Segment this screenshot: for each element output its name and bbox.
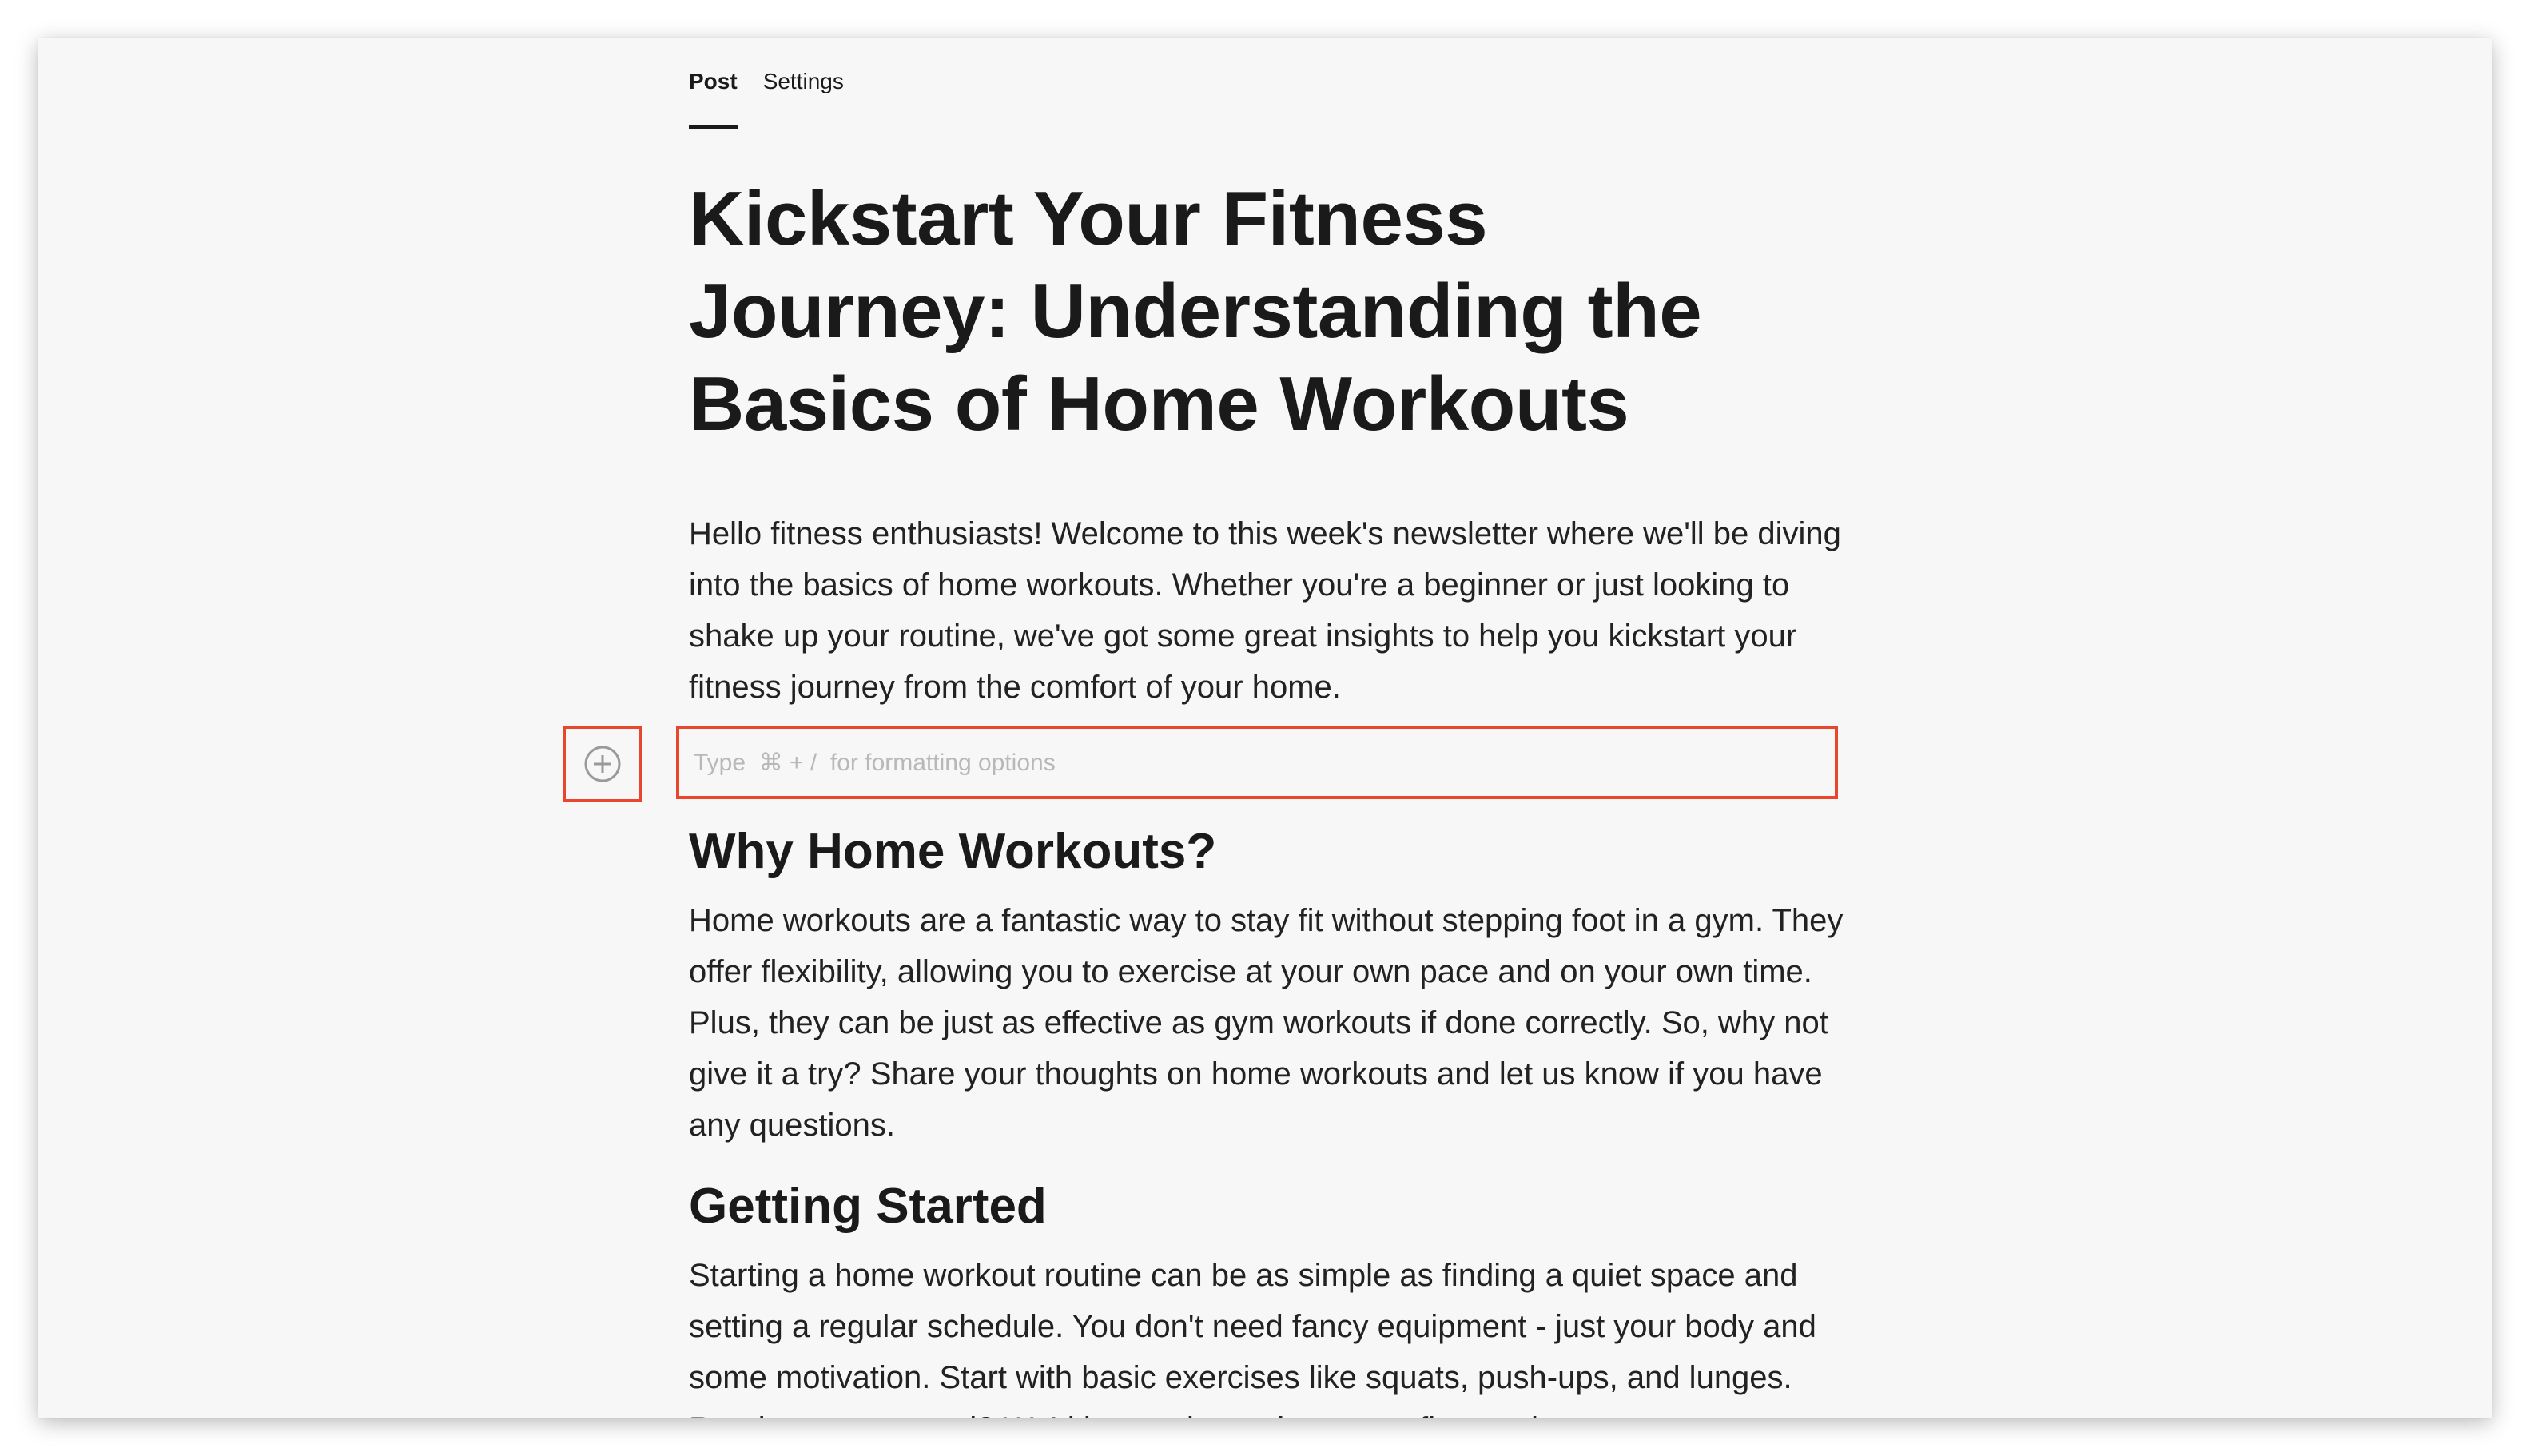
- post-editor: Post Settings Kickstart Your Fitness Jou…: [563, 38, 1888, 1418]
- tab-post[interactable]: Post: [689, 56, 738, 129]
- plus-circle-icon: [584, 746, 621, 782]
- section-heading[interactable]: Why Home Workouts?: [689, 820, 1888, 884]
- block-editor-input[interactable]: Type ⌘ + / for formatting options: [676, 726, 1838, 799]
- empty-block-row: Type ⌘ + / for formatting options: [563, 726, 1888, 802]
- post-title[interactable]: Kickstart Your Fitness Journey: Understa…: [689, 173, 1808, 451]
- tab-settings[interactable]: Settings: [763, 56, 844, 112]
- section-heading[interactable]: Getting Started: [689, 1175, 1888, 1239]
- section-paragraph[interactable]: Starting a home workout routine can be a…: [689, 1250, 1856, 1418]
- add-block-button[interactable]: [563, 726, 642, 802]
- intro-paragraph[interactable]: Hello fitness enthusiasts! Welcome to th…: [689, 508, 1856, 713]
- editor-window: Post Settings Kickstart Your Fitness Jou…: [38, 38, 2492, 1418]
- section-paragraph[interactable]: Home workouts are a fantastic way to sta…: [689, 895, 1856, 1151]
- editor-tabs: Post Settings: [689, 56, 1888, 129]
